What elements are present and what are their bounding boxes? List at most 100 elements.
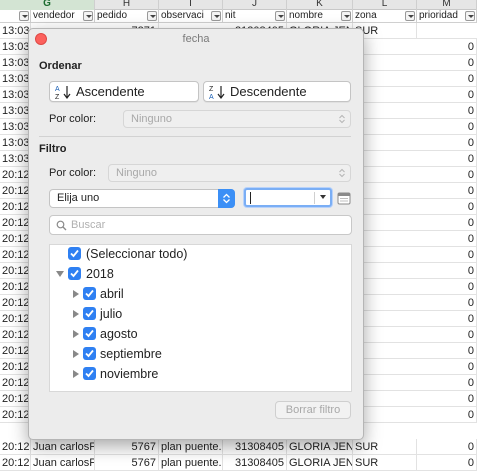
- prioridad-cell[interactable]: 0: [417, 39, 477, 55]
- table-row[interactable]: 20:12 Juan carlosPe 5767 plan puente. 31…: [0, 439, 477, 455]
- nombre-cell[interactable]: GLORIA JENI: [287, 455, 353, 471]
- time-cell[interactable]: 20:12: [0, 215, 31, 231]
- time-cell[interactable]: 13:03: [0, 151, 31, 167]
- prioridad-cell[interactable]: 0: [417, 55, 477, 71]
- prioridad-cell[interactable]: 0: [417, 183, 477, 199]
- time-cell[interactable]: 13:03: [0, 23, 31, 39]
- condition-select[interactable]: Elija uno: [49, 189, 235, 208]
- filter-dropdown-icon[interactable]: [147, 11, 157, 21]
- column-header-i[interactable]: I: [159, 0, 223, 10]
- time-cell[interactable]: 13:03: [0, 71, 31, 87]
- prioridad-cell[interactable]: 0: [417, 391, 477, 407]
- prioridad-cell[interactable]: 0: [417, 119, 477, 135]
- prioridad-cell[interactable]: 0: [417, 231, 477, 247]
- filter-value-combobox[interactable]: [244, 188, 332, 207]
- checkbox-checked-icon[interactable]: [68, 247, 81, 260]
- prioridad-cell[interactable]: 0: [417, 215, 477, 231]
- disclosure-collapsed-icon[interactable]: [72, 370, 80, 378]
- column-header-k[interactable]: K: [287, 0, 353, 10]
- filter-dropdown-icon[interactable]: [19, 11, 29, 21]
- prioridad-cell[interactable]: 0: [417, 87, 477, 103]
- time-cell[interactable]: 20:12: [0, 359, 31, 375]
- prioridad-cell[interactable]: 0: [417, 263, 477, 279]
- checkbox-checked-icon[interactable]: [83, 287, 96, 300]
- time-cell[interactable]: 20:12: [0, 311, 31, 327]
- filter-dropdown-icon[interactable]: [405, 11, 415, 21]
- time-cell[interactable]: 13:03: [0, 55, 31, 71]
- time-cell[interactable]: 20:12: [0, 375, 31, 391]
- column-header-j[interactable]: J: [223, 0, 287, 10]
- disclosure-collapsed-icon[interactable]: [72, 330, 80, 338]
- vendedor-cell[interactable]: Juan carlosPe: [31, 439, 95, 455]
- prioridad-cell[interactable]: 0: [417, 151, 477, 167]
- nit-cell[interactable]: 31308405: [223, 455, 287, 471]
- vendedor-cell[interactable]: Juan carlosPe: [31, 455, 95, 471]
- nit-cell[interactable]: 31308405: [223, 439, 287, 455]
- zona-cell[interactable]: SUR: [353, 439, 417, 455]
- prioridad-cell[interactable]: 0: [417, 375, 477, 391]
- checkbox-checked-icon[interactable]: [83, 367, 96, 380]
- condition-select-stepper[interactable]: [218, 189, 235, 208]
- time-cell[interactable]: 20:12: [0, 391, 31, 407]
- time-cell[interactable]: 20:12: [0, 167, 31, 183]
- prioridad-cell[interactable]: 0: [417, 167, 477, 183]
- disclosure-collapsed-icon[interactable]: [72, 350, 80, 358]
- prioridad-cell[interactable]: 0: [417, 135, 477, 151]
- prioridad-cell[interactable]: 0: [417, 295, 477, 311]
- nombre-cell[interactable]: GLORIA JENI: [287, 439, 353, 455]
- search-input[interactable]: Buscar: [49, 215, 352, 235]
- time-cell[interactable]: 13:03: [0, 39, 31, 55]
- filter-dropdown-icon[interactable]: [341, 11, 351, 21]
- time-cell[interactable]: 20:12: [0, 247, 31, 263]
- column-header-l[interactable]: L: [353, 0, 417, 10]
- column-header-m[interactable]: M: [417, 0, 477, 10]
- disclosure-collapsed-icon[interactable]: [72, 310, 80, 318]
- time-cell[interactable]: 13:03: [0, 135, 31, 151]
- observacion-cell[interactable]: plan puente.: [159, 455, 223, 471]
- checkbox-checked-icon[interactable]: [83, 327, 96, 340]
- zona-cell[interactable]: SUR: [353, 455, 417, 471]
- time-cell[interactable]: 13:03: [0, 119, 31, 135]
- prioridad-cell[interactable]: 0: [417, 407, 477, 423]
- sort-ascending-button[interactable]: A Z Ascendente: [49, 81, 199, 102]
- table-row[interactable]: 20:12 Juan carlosPe 5767 plan puente. 31…: [0, 455, 477, 471]
- checkbox-checked-icon[interactable]: [68, 267, 81, 280]
- prioridad-cell[interactable]: 0: [417, 247, 477, 263]
- time-cell[interactable]: 20:12: [0, 407, 31, 423]
- prioridad-cell[interactable]: 0: [417, 103, 477, 119]
- calendar-icon[interactable]: [337, 191, 351, 205]
- pedido-cell[interactable]: 5767: [95, 455, 159, 471]
- prioridad-cell[interactable]: 0: [417, 311, 477, 327]
- prioridad-cell[interactable]: 0: [417, 343, 477, 359]
- disclosure-expanded-icon[interactable]: [56, 270, 64, 278]
- prioridad-cell[interactable]: 0: [417, 71, 477, 87]
- prioridad-cell[interactable]: 0: [417, 359, 477, 375]
- prioridad-cell[interactable]: 0: [417, 279, 477, 295]
- column-header-g[interactable]: G: [0, 0, 95, 10]
- observacion-cell[interactable]: plan puente.: [159, 439, 223, 455]
- disclosure-collapsed-icon[interactable]: [72, 290, 80, 298]
- time-cell[interactable]: 20:12: [0, 455, 31, 471]
- time-cell[interactable]: 20:12: [0, 295, 31, 311]
- close-button[interactable]: [35, 33, 47, 45]
- clear-filter-button[interactable]: Borrar filtro: [275, 401, 351, 419]
- prioridad-cell[interactable]: 0: [417, 199, 477, 215]
- prioridad-cell[interactable]: 0: [417, 327, 477, 343]
- filter-dropdown-icon[interactable]: [465, 11, 475, 21]
- time-cell[interactable]: 20:12: [0, 231, 31, 247]
- column-header-h[interactable]: H: [95, 0, 159, 10]
- prioridad-cell[interactable]: 0: [417, 439, 477, 455]
- filter-dropdown-icon[interactable]: [83, 11, 93, 21]
- time-cell[interactable]: 20:12: [0, 343, 31, 359]
- sort-descending-button[interactable]: Z A Descendente: [203, 81, 351, 102]
- time-cell[interactable]: 20:12: [0, 263, 31, 279]
- prioridad-cell[interactable]: 0: [417, 455, 477, 471]
- time-cell[interactable]: 13:03: [0, 87, 31, 103]
- time-cell[interactable]: 20:12: [0, 327, 31, 343]
- time-cell[interactable]: 20:12: [0, 199, 31, 215]
- checkbox-checked-icon[interactable]: [83, 347, 96, 360]
- checkbox-checked-icon[interactable]: [83, 307, 96, 320]
- time-cell[interactable]: 20:12: [0, 439, 31, 455]
- time-cell[interactable]: 20:12: [0, 183, 31, 199]
- pedido-cell[interactable]: 5767: [95, 439, 159, 455]
